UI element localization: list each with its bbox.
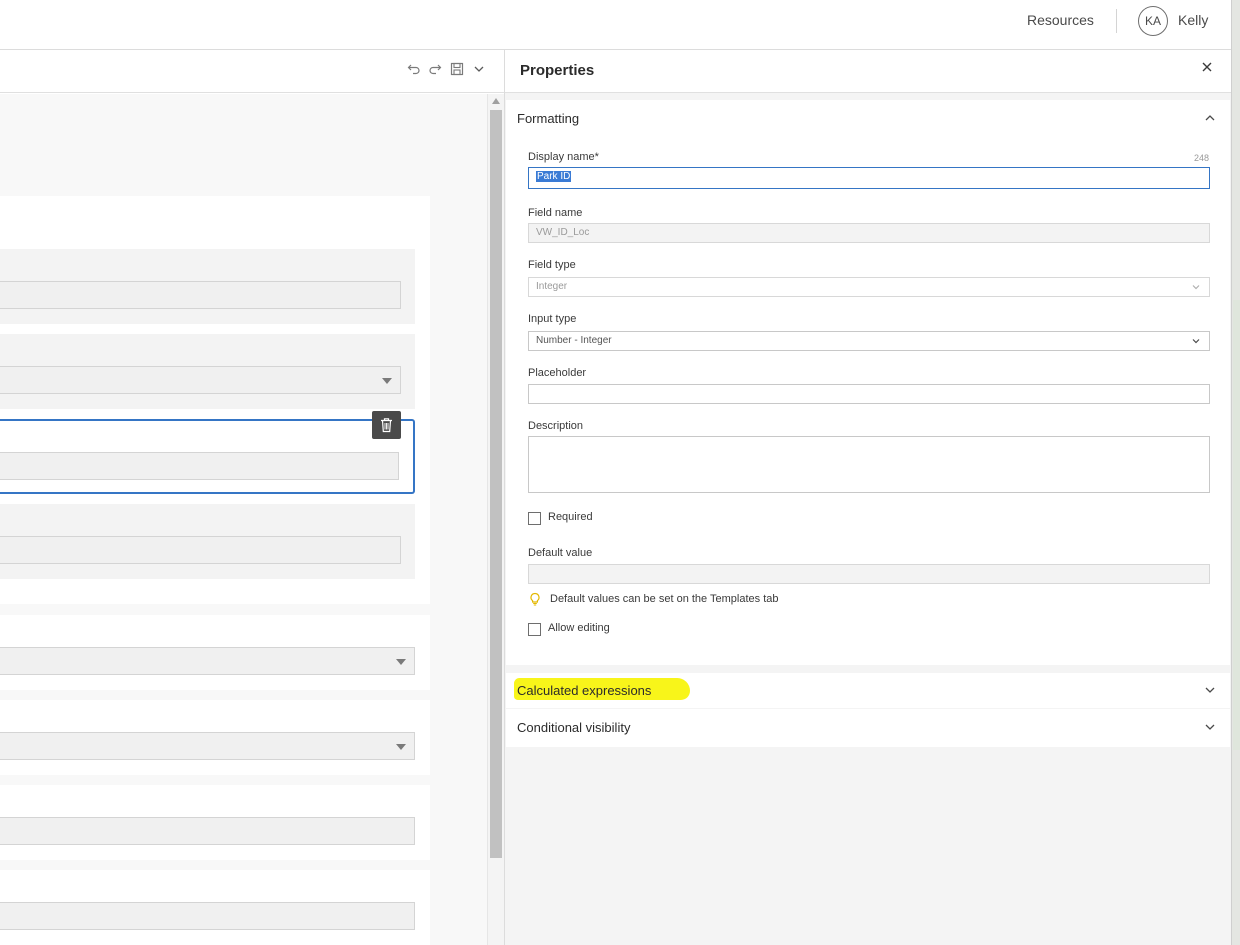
chevron-down-icon — [1191, 336, 1201, 349]
conditional-visibility-section[interactable]: Conditional visibility — [506, 709, 1230, 747]
save-icon[interactable] — [449, 62, 465, 78]
canvas-toolbar — [0, 50, 504, 93]
display-name-value: Park ID — [536, 171, 572, 182]
canvas-scrollbar[interactable] — [487, 94, 504, 945]
field-name-label: Field name — [528, 207, 583, 219]
properties-header: Properties — [505, 50, 1232, 93]
form-canvas — [0, 94, 487, 945]
field-name-value: VW_ID_Loc — [536, 227, 590, 238]
field-select-preview — [0, 366, 401, 394]
properties-title: Properties — [520, 62, 595, 79]
field-input-preview — [0, 281, 401, 309]
trash-icon — [379, 417, 394, 438]
field-input-preview — [0, 536, 401, 564]
calculated-expressions-section[interactable]: Calculated expressions — [506, 673, 1230, 708]
placeholder-field[interactable] — [528, 384, 1210, 404]
formatting-section: Formatting Display name* 248 Park ID Fie… — [506, 100, 1230, 665]
default-value-hint: Default values can be set on the Templat… — [550, 593, 779, 605]
field-type-select: Integer — [528, 277, 1210, 297]
field-input-preview — [0, 452, 399, 480]
user-avatar[interactable]: KA — [1138, 6, 1168, 36]
user-name[interactable]: Kelly — [1178, 12, 1208, 28]
form-field-element[interactable] — [0, 249, 415, 324]
header-divider — [1116, 9, 1117, 33]
field-type-value: Integer — [536, 281, 568, 292]
close-icon[interactable] — [1201, 60, 1213, 78]
field-type-label: Field type — [528, 259, 576, 271]
top-header: Resources KA Kelly — [0, 0, 1232, 50]
field-input-preview — [0, 902, 415, 930]
dropdown-caret-icon — [396, 659, 406, 665]
scroll-up-arrow-icon[interactable] — [492, 98, 500, 104]
default-value-field — [528, 564, 1210, 584]
conditional-visibility-header[interactable]: Conditional visibility — [517, 720, 630, 735]
character-counter: 248 — [1194, 153, 1210, 163]
field-name-field: VW_ID_Loc — [528, 223, 1210, 243]
form-field-element[interactable] — [0, 615, 430, 690]
description-label: Description — [528, 420, 584, 432]
delete-element-button[interactable] — [372, 411, 401, 439]
allow-editing-label[interactable]: Allow editing — [548, 622, 610, 634]
dropdown-caret-icon — [396, 744, 406, 750]
required-checkbox[interactable] — [528, 512, 541, 525]
form-field-element[interactable] — [0, 700, 430, 775]
redo-icon[interactable] — [427, 62, 443, 78]
description-textarea[interactable] — [528, 436, 1210, 493]
form-field-element-selected[interactable] — [0, 419, 415, 494]
placeholder-label: Placeholder — [528, 367, 587, 379]
form-field-element[interactable] — [0, 334, 415, 409]
allow-editing-checkbox[interactable] — [528, 623, 541, 636]
display-name-field[interactable]: Park ID — [528, 167, 1210, 189]
default-value-label: Default value — [528, 547, 593, 559]
undo-icon[interactable] — [406, 62, 422, 78]
form-group-card — [0, 196, 430, 604]
form-field-element[interactable] — [0, 785, 430, 860]
scrollbar-thumb[interactable] — [490, 110, 502, 858]
display-name-label: Display name* — [528, 151, 599, 163]
field-select-preview — [0, 647, 415, 675]
field-select-preview — [0, 732, 415, 760]
lightbulb-icon — [529, 592, 541, 606]
chevron-down-icon — [1191, 282, 1201, 295]
input-type-value: Number - Integer — [536, 335, 612, 346]
form-field-element[interactable] — [0, 504, 415, 579]
form-field-element[interactable] — [0, 870, 430, 945]
resources-link[interactable]: Resources — [1027, 12, 1094, 28]
formatting-section-header[interactable]: Formatting — [517, 111, 579, 126]
dropdown-caret-icon — [382, 378, 392, 384]
input-type-label: Input type — [528, 313, 577, 325]
input-type-select[interactable]: Number - Integer — [528, 331, 1210, 351]
properties-panel: Properties Formatting Display name* 248 … — [504, 50, 1232, 945]
chevron-down-icon[interactable] — [1204, 684, 1216, 696]
required-label[interactable]: Required — [548, 511, 593, 523]
window-edge — [1231, 0, 1240, 945]
chevron-down-icon[interactable] — [471, 62, 487, 78]
chevron-up-icon[interactable] — [1204, 112, 1216, 124]
field-input-preview — [0, 817, 415, 845]
calculated-expressions-header[interactable]: Calculated expressions — [517, 683, 651, 698]
chevron-down-icon[interactable] — [1204, 721, 1216, 733]
